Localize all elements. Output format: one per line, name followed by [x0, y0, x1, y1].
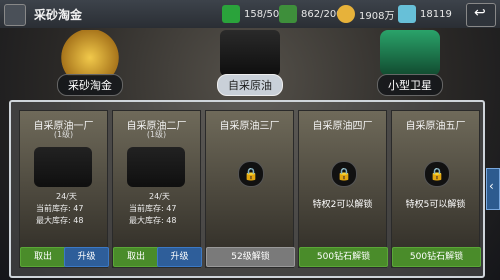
resource-item: 18119 — [398, 4, 452, 24]
upgrade-button[interactable]: 升级 — [64, 247, 109, 267]
chevron-left-icon: ‹ — [489, 179, 494, 193]
coin-icon — [337, 5, 355, 23]
diamond-unlock-button[interactable]: 500钻石解锁 — [392, 247, 481, 267]
back-arrow-icon: ↩ — [474, 5, 486, 21]
lock-icon: 🔒 — [331, 161, 357, 187]
resource-icon — [222, 5, 240, 23]
resource-item: 1908万 — [337, 4, 394, 24]
diamond-icon — [398, 5, 416, 23]
production-rate: 24/天 — [149, 192, 170, 201]
resource-value: 18119 — [420, 8, 452, 20]
page-title: 采砂淘金 — [34, 8, 83, 22]
side-toggle-button[interactable]: ‹ — [486, 168, 500, 210]
upgrade-button[interactable]: 升级 — [157, 247, 202, 267]
category-small-satellite[interactable]: 小型卫星 — [360, 30, 460, 98]
satellite-icon — [380, 30, 440, 76]
production-rate: 24/天 — [56, 192, 77, 201]
current-stock: 当前库存: 47 — [129, 204, 177, 213]
factory-card-2: 自采原油二厂 (1级) 24/天 当前库存: 47 最大库存: 48 取出 升级 — [112, 110, 202, 268]
card-title: 自采原油五厂 — [405, 121, 466, 132]
card-title: 自采原油四厂 — [312, 121, 373, 132]
take-out-button[interactable]: 取出 — [113, 247, 159, 267]
oil-barrels-icon — [127, 147, 185, 187]
max-stock: 最大库存: 48 — [129, 216, 177, 225]
factory-card-3: 自采原油三厂 🔒 52级解锁 — [205, 110, 295, 268]
category-label: 自采原油 — [200, 74, 300, 96]
card-level: (1级) — [146, 130, 167, 139]
category-label: 小型卫星 — [360, 74, 460, 96]
factory-card-1: 自采原油一厂 (1级) 24/天 当前库存: 47 最大库存: 48 取出 升级 — [19, 110, 109, 268]
home-icon[interactable] — [4, 4, 26, 26]
card-level: (1级) — [53, 130, 74, 139]
diamond-unlock-button[interactable]: 500钻石解锁 — [299, 247, 388, 267]
factory-card-4: 自采原油四厂 🔒 特权2可以解锁 500钻石解锁 — [298, 110, 388, 268]
resource-value: 1908万 — [359, 10, 395, 22]
resource-icon — [279, 5, 297, 23]
gold-pile-icon — [60, 30, 120, 76]
main-stage: 采砂淘金 自采原油 小型卫星 自采原油一厂 (1级) 24/天 当前库存: 47… — [0, 28, 500, 280]
resource-item: 158/50 — [222, 4, 279, 24]
category-crude-oil[interactable]: 自采原油 — [200, 30, 300, 98]
card-title: 自采原油三厂 — [219, 121, 280, 132]
unlock-button[interactable]: 52级解锁 — [206, 247, 295, 267]
resource-value: 158/50 — [244, 8, 280, 20]
unlock-requirement: 特权2可以解锁 — [312, 200, 373, 210]
unlock-requirement: 特权5可以解锁 — [405, 200, 466, 210]
resource-item: 862/200 — [279, 4, 343, 24]
lock-icon: 🔒 — [424, 161, 450, 187]
top-bar: 采砂淘金 158/50 862/200 1908万 18119 ↩ — [0, 0, 500, 29]
lock-icon: 🔒 — [238, 161, 264, 187]
max-stock: 最大库存: 48 — [36, 216, 84, 225]
take-out-button[interactable]: 取出 — [20, 247, 66, 267]
oil-barrels-icon — [34, 147, 92, 187]
category-sand-gold[interactable]: 采砂淘金 — [40, 30, 140, 98]
back-button[interactable]: ↩ — [466, 3, 496, 27]
factory-panel: 自采原油一厂 (1级) 24/天 当前库存: 47 最大库存: 48 取出 升级… — [9, 100, 485, 278]
category-label: 采砂淘金 — [40, 74, 140, 96]
factory-card-5: 自采原油五厂 🔒 特权5可以解锁 500钻石解锁 — [391, 110, 481, 268]
current-stock: 当前库存: 47 — [36, 204, 84, 213]
oil-barrels-icon — [220, 30, 280, 76]
